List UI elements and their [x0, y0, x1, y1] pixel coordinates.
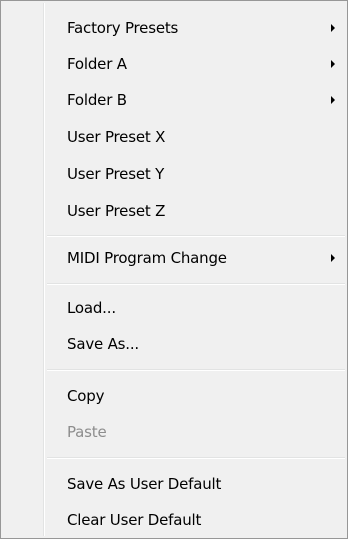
menu-item-clear-user-default[interactable]: Clear User Default [3, 503, 345, 536]
menu-item-label: Folder B [67, 91, 127, 109]
menu-item-label: Folder A [67, 55, 127, 73]
menu-item-label: Factory Presets [67, 19, 179, 37]
menu-separator [47, 283, 345, 285]
menu-item-label: Save As User Default [67, 475, 222, 493]
menu-item-label: Paste [67, 423, 107, 441]
menu-item-folder-a[interactable]: Folder A [3, 47, 345, 80]
menu-item-label: Copy [67, 387, 105, 405]
menu-item-label: User Preset X [67, 128, 166, 146]
menu-item-folder-b[interactable]: Folder B [3, 83, 345, 116]
menu-item-user-preset-z[interactable]: User Preset Z [3, 194, 345, 227]
menu-item-label: Clear User Default [67, 511, 202, 529]
menu-item-save-as[interactable]: Save As... [3, 327, 345, 360]
menu-item-paste[interactable]: Paste [3, 415, 345, 448]
menu-item-save-as-user-default[interactable]: Save As User Default [3, 467, 345, 500]
menu-item-label: User Preset Z [67, 202, 166, 220]
menu-item-label: MIDI Program Change [67, 249, 227, 267]
menu-item-midi-program-change[interactable]: MIDI Program Change [3, 241, 345, 274]
submenu-arrow-icon [331, 24, 335, 32]
menu-item-load[interactable]: Load... [3, 291, 345, 324]
menu-item-user-preset-x[interactable]: User Preset X [3, 120, 345, 153]
menu-item-factory-presets[interactable]: Factory Presets [3, 11, 345, 44]
preset-context-menu: Factory Presets Folder A Folder B User P… [0, 0, 348, 539]
menu-item-copy[interactable]: Copy [3, 379, 345, 412]
menu-item-label: Load... [67, 299, 116, 317]
submenu-arrow-icon [331, 254, 335, 262]
submenu-arrow-icon [331, 60, 335, 68]
menu-separator [47, 457, 345, 459]
menu-separator [47, 235, 345, 237]
menu-item-label: User Preset Y [67, 165, 165, 183]
submenu-arrow-icon [331, 96, 335, 104]
menu-item-user-preset-y[interactable]: User Preset Y [3, 157, 345, 190]
menu-separator [47, 369, 345, 371]
menu-item-label: Save As... [67, 335, 139, 353]
